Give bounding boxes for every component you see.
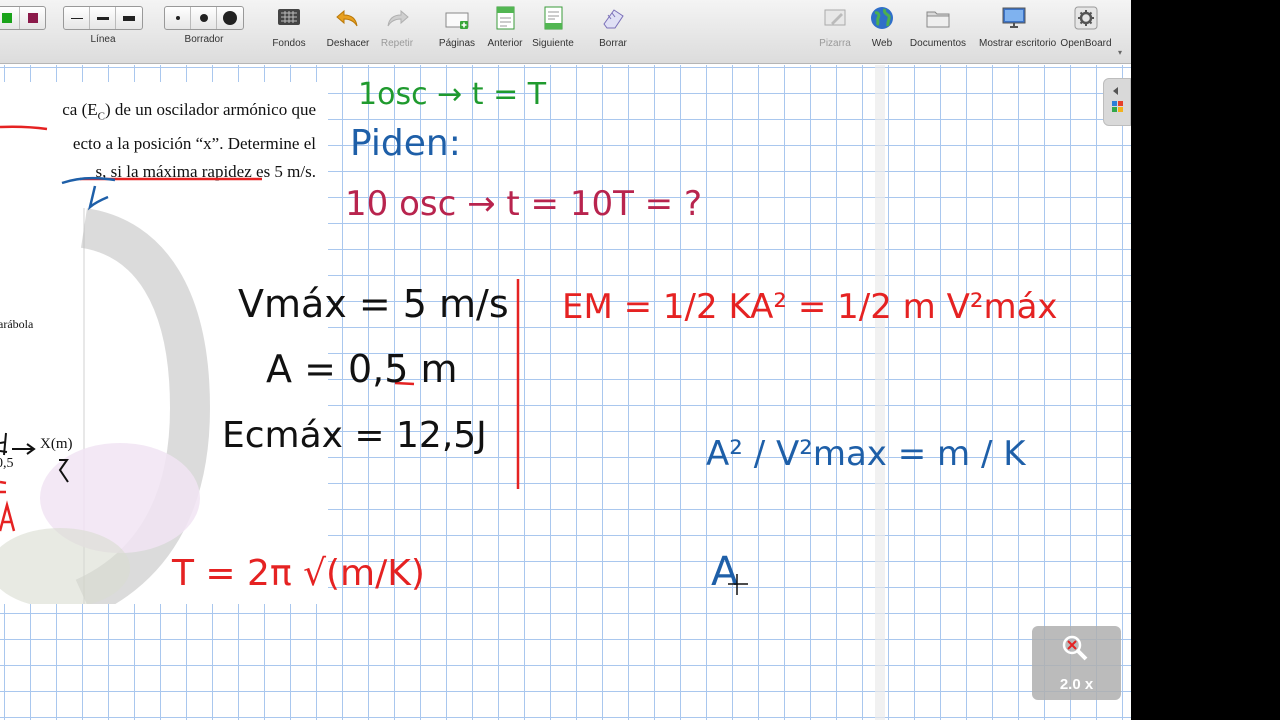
- clear-button[interactable]: Borrar: [578, 4, 648, 49]
- side-panel-icon: [1112, 87, 1123, 112]
- thin-line-option[interactable]: [64, 7, 90, 29]
- problem-text: ca (EC) de un oscilador armónico que ect…: [0, 96, 328, 186]
- eraser-size-group: Borrador: [164, 6, 244, 45]
- side-panel-toggle[interactable]: [1103, 78, 1131, 126]
- axis-value: 0,5: [0, 456, 14, 471]
- large-eraser-option[interactable]: [217, 7, 243, 29]
- board-divider-strip: [875, 65, 885, 720]
- next-page-icon: [544, 6, 563, 30]
- board-pen-icon: [824, 9, 846, 26]
- medium-line-option[interactable]: [90, 7, 116, 29]
- previous-page-icon: [496, 6, 515, 30]
- globe-icon: [871, 7, 893, 29]
- grid-background-icon: [278, 9, 300, 25]
- documents-button[interactable]: Documentos: [903, 4, 973, 49]
- medium-eraser-option[interactable]: [191, 7, 217, 29]
- problem-graph-image: [0, 208, 328, 604]
- graph-label: arábola: [0, 317, 34, 331]
- problem-line-2: ecto a la posición “x”. Determine el: [72, 134, 316, 154]
- clear-eraser-icon: [603, 9, 624, 29]
- eraser-label: Borrador: [184, 34, 224, 45]
- gear-icon: [1074, 6, 1098, 30]
- monitor-icon: [1002, 7, 1026, 28]
- openboard-menu-button[interactable]: OpenBoard: [1051, 4, 1121, 49]
- undo-arrow-icon: [336, 9, 358, 27]
- main-toolbar: Línea Borrador Fondos Deshacer Repetir P…: [0, 0, 1131, 64]
- openboard-dropdown-indicator: ▾: [1118, 48, 1123, 57]
- folder-icon: [926, 11, 950, 28]
- zoom-magnifier-icon: [1062, 635, 1088, 661]
- small-eraser-option[interactable]: [165, 7, 191, 29]
- problem-line-3: s, si la máxima rapidez es 5 m/s.: [95, 162, 316, 182]
- zoom-indicator[interactable]: 2.0 x: [1032, 626, 1121, 700]
- problem-line-1: ca (EC) de un oscilador armónico que: [62, 100, 316, 123]
- show-desktop-button[interactable]: Mostrar escritorio: [979, 4, 1056, 49]
- line-width-group: Línea: [63, 6, 143, 45]
- problem-document[interactable]: ca (EC) de un oscilador armónico que ect…: [0, 82, 328, 604]
- color-picker[interactable]: [0, 6, 46, 30]
- openboard-window: Línea Borrador Fondos Deshacer Repetir P…: [0, 0, 1131, 720]
- thick-line-option[interactable]: [116, 7, 142, 29]
- axis-label: X(m): [40, 436, 73, 452]
- zoom-level: 2.0 x: [1059, 676, 1094, 693]
- add-page-icon: [445, 12, 469, 29]
- line-label: Línea: [90, 34, 116, 45]
- maroon-color-swatch[interactable]: [20, 7, 45, 29]
- redo-arrow-icon: [387, 9, 409, 27]
- green-color-swatch[interactable]: [0, 7, 21, 29]
